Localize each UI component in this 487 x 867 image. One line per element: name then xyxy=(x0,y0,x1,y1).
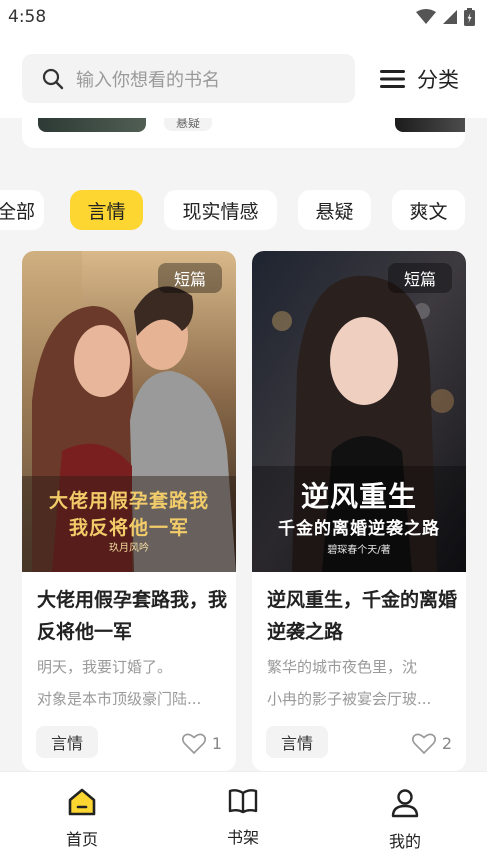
book-icon xyxy=(228,789,258,814)
genre-tag: 言情 xyxy=(36,726,98,758)
nav-label: 书架 xyxy=(226,828,259,847)
nav-item-home[interactable]: 首页 xyxy=(32,788,132,858)
filter-chip-realistic-emotion[interactable]: 现实情感 xyxy=(164,190,277,230)
nav-label: 首页 xyxy=(65,830,98,849)
category-label: 分类 xyxy=(417,68,459,92)
short-story-badge: 短篇 xyxy=(158,263,222,293)
short-story-badge: 短篇 xyxy=(388,263,452,293)
home-icon xyxy=(68,788,96,816)
book-cover[interactable]: 短篇 逆风重生 千金的离婚逆袭之路 碧琛春个天/著 xyxy=(252,251,466,572)
book-card[interactable]: 短篇 逆风重生 千金的离婚逆袭之路 碧琛春个天/著 逆风重生，千金的离婚逆袭之路… xyxy=(252,251,466,771)
filter-chip-thrill[interactable]: 爽文 xyxy=(392,190,465,230)
category-button[interactable]: 分类 xyxy=(380,61,459,97)
genre-filter-bar: 全部 言情 现实情感 悬疑 爽文 xyxy=(0,190,487,230)
cover-title-line: 大佬用假孕套路我 xyxy=(48,490,209,512)
search-icon xyxy=(42,68,64,89)
previous-cover-thumbnail[interactable] xyxy=(38,118,146,132)
menu-icon xyxy=(380,70,405,88)
nav-item-bookshelf[interactable]: 书架 xyxy=(193,788,293,858)
heart-icon xyxy=(411,733,436,754)
like-count: 1 xyxy=(211,733,222,753)
genre-tag: 言情 xyxy=(266,726,328,758)
description-line: 繁华的城市夜色里，沈 xyxy=(267,658,418,676)
like-count: 2 xyxy=(441,733,452,753)
previous-genre-tag: 悬疑 xyxy=(164,118,213,131)
book-cover[interactable]: 短篇 大佬用假孕套路我 我反将他一军 玖月风吟 xyxy=(22,251,236,572)
bottom-navigation: 首页 书架 我的 xyxy=(0,771,487,867)
cover-author: 碧琛春个天/著 xyxy=(327,545,391,556)
battery-icon xyxy=(464,8,475,26)
signal-icon xyxy=(443,10,457,24)
book-card[interactable]: 短篇 大佬用假孕套路我 我反将他一军 玖月风吟 大佬用假孕套路我，我反将他一军 … xyxy=(22,251,236,771)
like-button[interactable]: 2 xyxy=(411,729,452,757)
book-title[interactable]: 逆风重生，千金的离婚逆袭之路 xyxy=(267,584,457,648)
nav-item-profile[interactable]: 我的 xyxy=(355,788,455,858)
cover-author: 玖月风吟 xyxy=(109,543,149,554)
header: 输入你想看的书名 分类 xyxy=(0,34,487,118)
search-input[interactable]: 输入你想看的书名 xyxy=(22,54,355,103)
cover-title-line: 逆风重生 xyxy=(300,480,417,513)
cover-title-line: 我反将他一军 xyxy=(68,517,189,539)
nav-label: 我的 xyxy=(388,832,421,851)
wifi-icon xyxy=(416,9,436,24)
search-placeholder: 输入你想看的书名 xyxy=(76,69,220,91)
previous-book-row: 悬疑 xyxy=(22,118,465,148)
filter-chip-suspense[interactable]: 悬疑 xyxy=(298,190,371,230)
like-button[interactable]: 1 xyxy=(181,729,222,757)
description-line: 对象是本市顶级豪门陆... xyxy=(37,690,202,708)
book-description: 明天，我要订婚了。 对象是本市顶级豪门陆... xyxy=(37,651,227,715)
cover-title-line: 千金的离婚逆袭之路 xyxy=(278,519,440,539)
filter-chip-romance[interactable]: 言情 xyxy=(70,190,143,230)
status-icons xyxy=(416,8,475,26)
book-title[interactable]: 大佬用假孕套路我，我反将他一军 xyxy=(37,584,227,648)
status-time: 4:58 xyxy=(8,7,47,27)
user-icon xyxy=(391,789,419,818)
description-line: 明天，我要订婚了。 xyxy=(37,658,173,676)
description-line: 小冉的影子被宴会厅玻... xyxy=(267,690,432,708)
heart-icon xyxy=(181,733,206,754)
status-bar: 4:58 xyxy=(0,0,487,34)
book-description: 繁华的城市夜色里，沈 小冉的影子被宴会厅玻... xyxy=(267,651,457,715)
previous-cover-thumbnail[interactable] xyxy=(395,118,465,132)
filter-chip-all[interactable]: 全部 xyxy=(0,190,44,230)
